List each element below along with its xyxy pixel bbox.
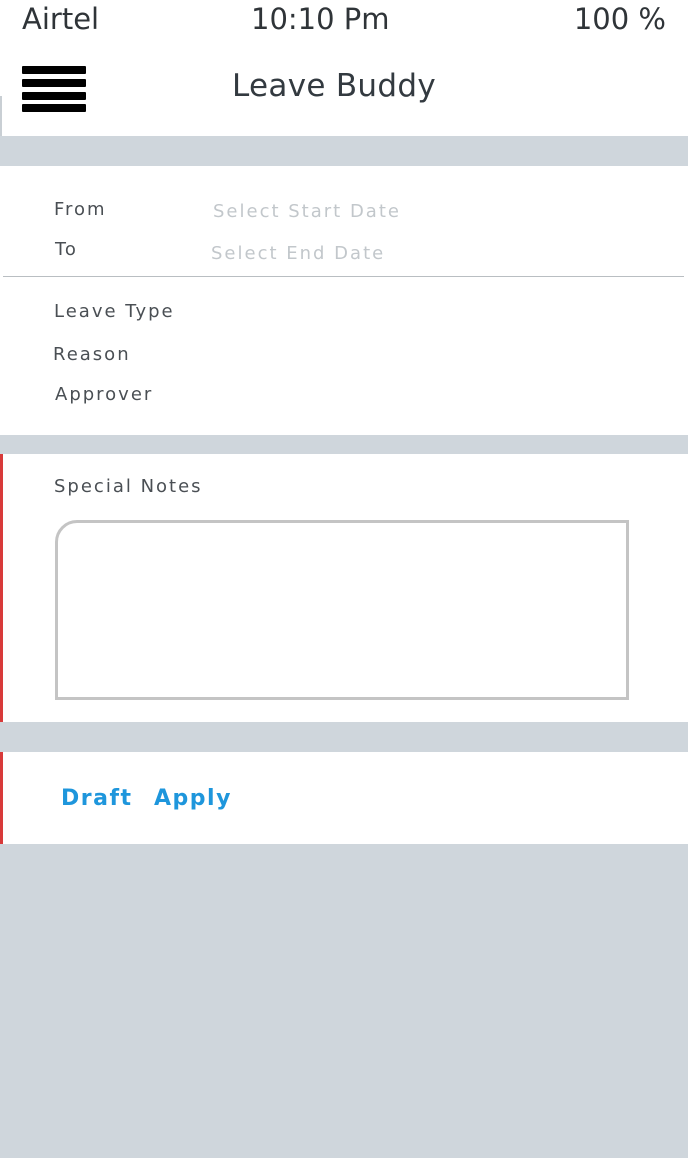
- end-date-picker[interactable]: Select End Date: [211, 243, 385, 264]
- status-time: 10:10 Pm: [251, 2, 390, 36]
- page-title: Leave Buddy: [232, 68, 436, 104]
- edge-marker: [0, 752, 3, 844]
- start-date-picker[interactable]: Select Start Date: [213, 201, 401, 222]
- special-notes-input[interactable]: [55, 520, 629, 700]
- apply-button[interactable]: Apply: [154, 786, 232, 811]
- battery-level: 100 %: [573, 2, 666, 36]
- carrier-name: Airtel: [22, 2, 100, 36]
- status-bar: Airtel 10:10 Pm 100 %: [0, 0, 688, 40]
- special-notes-card: Special Notes: [0, 454, 688, 722]
- divider: [3, 276, 684, 277]
- leave-details-card: From Select Start Date To Select End Dat…: [0, 166, 688, 435]
- reason-field[interactable]: Reason: [53, 344, 131, 365]
- app-header: Leave Buddy: [0, 40, 688, 136]
- approver-field[interactable]: Approver: [55, 384, 153, 405]
- special-notes-label: Special Notes: [54, 476, 203, 497]
- to-label: To: [55, 239, 78, 260]
- from-label: From: [54, 199, 107, 220]
- draft-button[interactable]: Draft: [61, 786, 133, 811]
- leave-application-screen: Airtel 10:10 Pm 100 % Leave Buddy From S…: [0, 0, 688, 1158]
- actions-card: Draft Apply: [0, 752, 688, 844]
- edge-marker: [0, 454, 3, 722]
- leave-type-field[interactable]: Leave Type: [54, 301, 175, 322]
